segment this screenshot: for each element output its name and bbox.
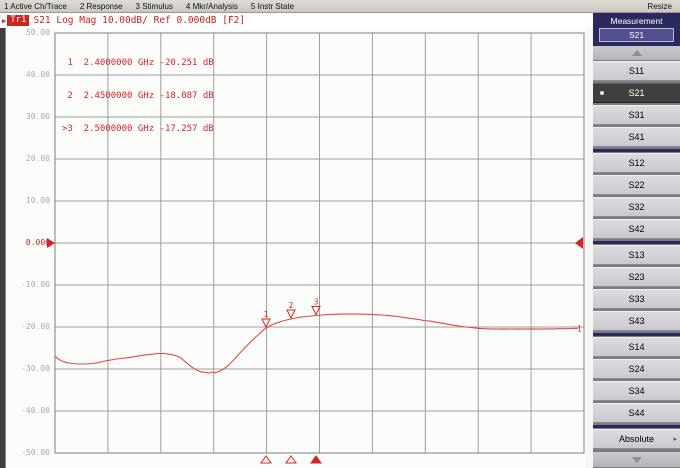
softkey-s12[interactable]: S12 <box>593 153 680 173</box>
trace-number-badge[interactable]: Tr1 <box>7 15 29 26</box>
scroll-down-button[interactable] <box>593 452 680 467</box>
softkey-s24[interactable]: S24 <box>593 359 680 379</box>
menu-response[interactable]: 2 Response <box>80 2 123 11</box>
softkey-s34[interactable]: S34 <box>593 381 680 401</box>
softkey-s43[interactable]: S43 <box>593 311 680 331</box>
softkey-label: S21 <box>628 88 644 98</box>
menu-instr-state[interactable]: 5 Instr State <box>251 2 294 11</box>
softkey-label: S22 <box>628 180 644 190</box>
softkey-label: S24 <box>628 364 644 374</box>
y-axis-label: 40.00 <box>8 70 50 79</box>
softkey-s13[interactable]: S13 <box>593 245 680 265</box>
y-axis-label: -10.00 <box>8 280 50 289</box>
group-separator <box>593 333 680 336</box>
resize-button[interactable]: Resize <box>648 2 672 11</box>
vna-application-window: 1 Active Ch/Trace 2 Response 3 Stimulus … <box>0 0 680 468</box>
y-axis-label: 20.00 <box>8 154 50 163</box>
group-separator <box>593 241 680 244</box>
softkey-s14[interactable]: S14 <box>593 337 680 357</box>
y-axis-label: -30.00 <box>8 364 50 373</box>
scroll-up-button[interactable] <box>593 46 680 60</box>
softkey-s32[interactable]: S32 <box>593 197 680 217</box>
measurement-menu-header: Measurement S21 <box>593 13 680 46</box>
softkey-label: S43 <box>628 316 644 326</box>
softkey-s44[interactable]: S44 <box>593 403 680 423</box>
softkey-label: S14 <box>628 342 644 352</box>
softkey-label: Absolute <box>619 434 654 444</box>
softkey-label: S41 <box>628 132 644 142</box>
chevron-down-icon <box>632 457 642 463</box>
softkey-label: S32 <box>628 202 644 212</box>
trace-format-text: S21 Log Mag 10.00dB/ Ref 0.000dB [F2] <box>33 15 245 26</box>
softkey-s23[interactable]: S23 <box>593 267 680 287</box>
marker-readout-row: 2 2.4500000 GHz -18.087 dB <box>62 91 214 102</box>
y-axis-label: -50.00 <box>8 448 50 457</box>
softkey-label: S23 <box>628 272 644 282</box>
softkey-sidebar: Measurement S21 S11 S21 S31 S41 S12 S22 … <box>593 13 680 468</box>
softkey-s11[interactable]: S11 <box>593 61 680 81</box>
menu-stimulus[interactable]: 3 Stimulus <box>136 2 173 11</box>
y-axis-label: -40.00 <box>8 406 50 415</box>
submenu-arrow-icon: ▸ <box>673 435 677 443</box>
marker-readout-row: >3 2.5000000 GHz -17.257 dB <box>62 124 214 135</box>
active-trace-arrow-icon: ▶ <box>2 17 6 25</box>
softkey-s33[interactable]: S33 <box>593 289 680 309</box>
selected-dot-icon <box>600 91 604 95</box>
chevron-up-icon <box>632 50 642 56</box>
softkey-s41[interactable]: S41 <box>593 127 680 147</box>
softkey-absolute[interactable]: Absolute ▸ <box>593 429 680 449</box>
marker-readout-table: 1 2.4000000 GHz -20.251 dB 2 2.4500000 G… <box>62 36 214 157</box>
softkey-label: S11 <box>629 66 644 76</box>
group-separator <box>593 149 680 152</box>
softkey-label: S13 <box>628 250 644 260</box>
sidebar-selected-value: S21 <box>599 28 674 42</box>
menu-mkr-analysis[interactable]: 4 Mkr/Analysis <box>186 2 238 11</box>
softkey-label: S33 <box>628 294 644 304</box>
marker-readout-row: 1 2.4000000 GHz -20.251 dB <box>62 58 214 69</box>
y-axis-label: 30.00 <box>8 112 50 121</box>
menu-bar: 1 Active Ch/Trace 2 Response 3 Stimulus … <box>0 0 680 13</box>
ref-level-label: 0.000 <box>8 238 50 247</box>
softkey-label: S34 <box>628 386 644 396</box>
group-separator <box>593 425 680 428</box>
y-axis-label: 50.00 <box>8 28 50 37</box>
trace-status-bar: ▶ Tr1 S21 Log Mag 10.00dB/ Ref 0.000dB [… <box>0 13 593 28</box>
softkey-label: S42 <box>628 224 644 234</box>
menu-active-ch-trace[interactable]: 1 Active Ch/Trace <box>4 2 67 11</box>
softkey-s22[interactable]: S22 <box>593 175 680 195</box>
softkey-s21[interactable]: S21 <box>593 83 680 103</box>
softkey-s31[interactable]: S31 <box>593 105 680 125</box>
y-axis-label: 10.00 <box>8 196 50 205</box>
softkey-label: S31 <box>628 110 644 120</box>
softkey-s42[interactable]: S42 <box>593 219 680 239</box>
sidebar-title: Measurement <box>593 15 680 27</box>
softkey-label: S12 <box>628 158 644 168</box>
softkey-label: S44 <box>628 408 644 418</box>
y-axis-label: -20.00 <box>8 322 50 331</box>
